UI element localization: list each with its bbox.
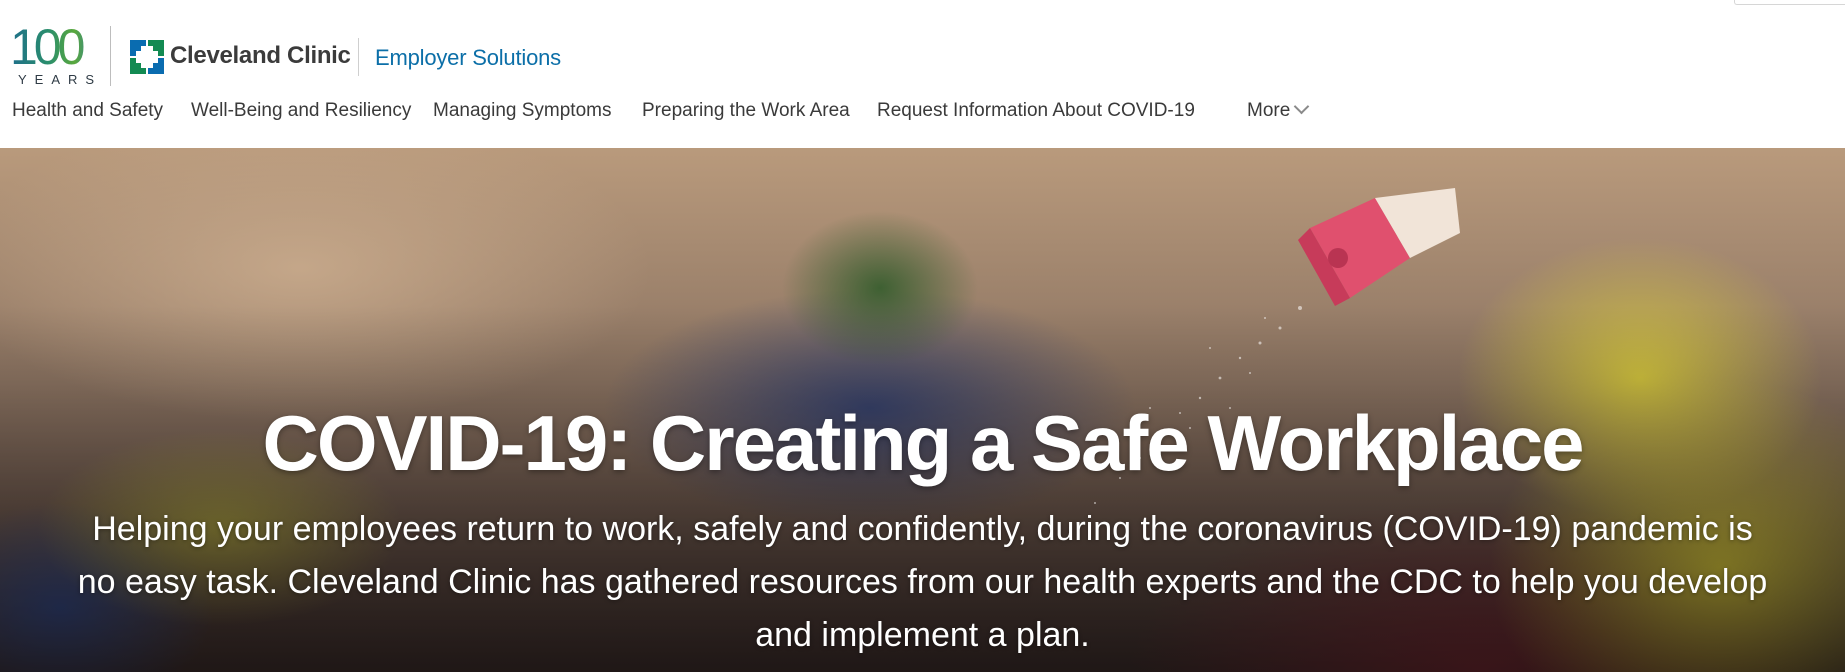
hero-banner: COVID-19: Creating a Safe Workplace Help…: [0, 148, 1845, 672]
site-header: 100 YEARS Cleveland Clinic Employer Solu…: [0, 0, 1845, 148]
nav-item-well-being[interactable]: Well-Being and Resiliency: [191, 100, 411, 122]
nav-item-request-information[interactable]: Request Information About COVID-19: [877, 100, 1195, 122]
nav-more-button[interactable]: More: [1247, 98, 1310, 122]
main-nav: Health and Safety Well-Being and Resilie…: [0, 98, 1845, 128]
employer-solutions-link[interactable]: Employer Solutions: [375, 45, 561, 71]
hero-description: Helping your employees return to work, s…: [77, 510, 1768, 654]
anniversary-number: 100: [10, 22, 96, 72]
cleveland-clinic-logo-icon[interactable]: [130, 40, 164, 74]
hero-title: COVID-19: Creating a Safe Workplace: [262, 399, 1585, 487]
nav-item-managing-symptoms[interactable]: Managing Symptoms: [433, 100, 611, 122]
chevron-down-icon: [1294, 98, 1310, 115]
logo-divider: [110, 26, 111, 86]
nav-item-health-and-safety[interactable]: Health and Safety: [12, 100, 163, 122]
anniversary-word: YEARS: [18, 72, 103, 87]
corner-tab: [1734, 0, 1845, 5]
brand-divider: [358, 38, 359, 76]
anniversary-logo[interactable]: 100 YEARS: [10, 22, 103, 88]
clinic-name[interactable]: Cleveland Clinic: [170, 42, 351, 70]
nav-more-label: More: [1247, 100, 1291, 121]
nav-item-preparing-work-area[interactable]: Preparing the Work Area: [642, 100, 850, 122]
